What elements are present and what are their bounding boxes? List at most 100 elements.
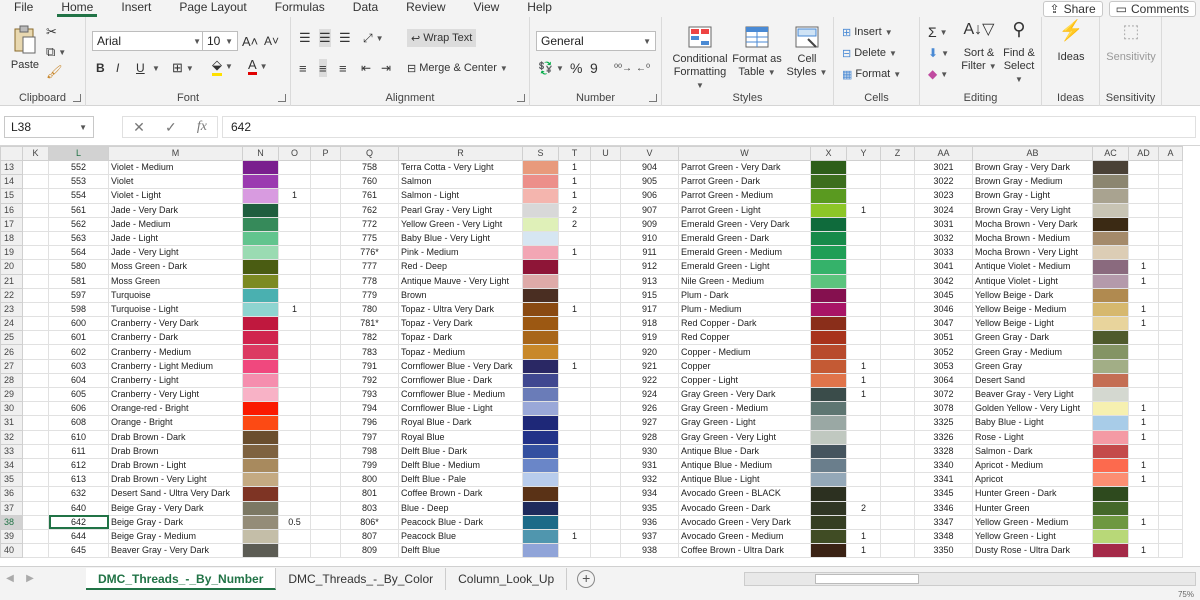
column-header-ab[interactable]: AB — [972, 146, 1093, 161]
cell-o[interactable] — [278, 344, 311, 360]
cell-aa[interactable]: 3046 — [914, 301, 973, 318]
color-swatch-s[interactable] — [522, 472, 559, 488]
cell-ae[interactable] — [1158, 230, 1183, 247]
cell-m[interactable]: Orange - Bright — [108, 415, 243, 431]
cell-ad[interactable]: 1 — [1128, 273, 1159, 289]
cell-ad[interactable] — [1128, 216, 1159, 232]
cell-p[interactable] — [310, 259, 341, 275]
cell-u[interactable] — [590, 443, 621, 459]
cell-r[interactable]: Cornflower Blue - Light — [398, 401, 523, 417]
color-swatch-x[interactable] — [810, 472, 847, 488]
cell-l[interactable]: 632 — [48, 486, 109, 502]
cell-ad[interactable] — [1128, 386, 1159, 403]
check-icon[interactable]: ✓ — [165, 119, 177, 136]
cell-v[interactable]: 907 — [620, 202, 679, 218]
cell-t[interactable] — [558, 415, 591, 431]
cell-w[interactable]: Plum - Medium — [678, 301, 811, 318]
cell-w[interactable]: Antique Blue - Dark — [678, 443, 811, 459]
cell-ab[interactable]: Yellow Green - Medium — [972, 514, 1093, 530]
cell-ae[interactable] — [1158, 344, 1183, 360]
cell-v[interactable]: 934 — [620, 486, 679, 502]
color-swatch-s[interactable] — [522, 514, 559, 530]
cell-ae[interactable] — [1158, 358, 1183, 374]
color-swatch-n[interactable] — [242, 443, 279, 459]
cell-p[interactable] — [310, 443, 341, 459]
cell-v[interactable]: 926 — [620, 401, 679, 417]
name-box[interactable]: L38 ▼ — [4, 116, 94, 138]
row-header[interactable]: 32 — [0, 429, 23, 445]
cell-ab[interactable]: Dusty Rose - Ultra Dark — [972, 543, 1093, 559]
cell-aa[interactable]: 3053 — [914, 358, 973, 374]
cell-r[interactable]: Topaz - Very Dark — [398, 316, 523, 332]
cell-z[interactable] — [880, 543, 915, 559]
cell-z[interactable] — [880, 202, 915, 218]
menu-insert[interactable]: Insert — [107, 0, 165, 17]
cell-ae[interactable] — [1158, 188, 1183, 204]
column-header-y[interactable]: Y — [846, 146, 881, 161]
cell-z[interactable] — [880, 245, 915, 261]
row-header[interactable]: 19 — [0, 245, 23, 261]
cell-p[interactable] — [310, 514, 341, 530]
color-swatch-n[interactable] — [242, 457, 279, 474]
number-format-select[interactable]: General ▼ — [536, 31, 656, 51]
cell-w[interactable]: Plum - Dark — [678, 287, 811, 303]
row-header[interactable]: 22 — [0, 287, 23, 303]
cell-ad[interactable] — [1128, 202, 1159, 218]
cell-q[interactable]: 758 — [340, 159, 399, 176]
fill-color-button[interactable]: ⬙ ▼ — [212, 57, 233, 76]
cell-y[interactable] — [846, 174, 881, 190]
row-header[interactable]: 38 — [0, 514, 23, 530]
cell-v[interactable]: 913 — [620, 273, 679, 289]
cell-q[interactable]: 777 — [340, 259, 399, 275]
color-swatch-ac[interactable] — [1092, 273, 1129, 289]
color-swatch-ac[interactable] — [1092, 457, 1129, 474]
cell-z[interactable] — [880, 216, 915, 232]
color-swatch-n[interactable] — [242, 358, 279, 374]
cell-ad[interactable] — [1128, 358, 1159, 374]
cell-r[interactable]: Pink - Medium — [398, 245, 523, 261]
color-swatch-x[interactable] — [810, 514, 847, 530]
font-name-select[interactable]: Arial ▼ — [92, 31, 206, 51]
cell-y[interactable]: 1 — [846, 386, 881, 403]
cell-o[interactable] — [278, 174, 311, 190]
cell-u[interactable] — [590, 245, 621, 261]
color-swatch-ac[interactable] — [1092, 443, 1129, 459]
cell-u[interactable] — [590, 358, 621, 374]
cell-ae[interactable] — [1158, 401, 1183, 417]
column-header-s[interactable]: S — [522, 146, 559, 161]
cell-l[interactable]: 564 — [48, 245, 109, 261]
color-swatch-x[interactable] — [810, 429, 847, 445]
cell-p[interactable] — [310, 543, 341, 559]
format-painter-button[interactable]: 🖌 — [46, 63, 63, 81]
cell-aa[interactable]: 3032 — [914, 230, 973, 247]
cell-o[interactable] — [278, 159, 311, 176]
row-header[interactable]: 36 — [0, 486, 23, 502]
cell-v[interactable]: 917 — [620, 301, 679, 318]
cell-y[interactable] — [846, 259, 881, 275]
cell-q[interactable]: 797 — [340, 429, 399, 445]
row-header[interactable]: 30 — [0, 401, 23, 417]
cell-q[interactable]: 778 — [340, 273, 399, 289]
row-header[interactable]: 15 — [0, 188, 23, 204]
cell-ae[interactable] — [1158, 202, 1183, 218]
cell-ae[interactable] — [1158, 273, 1183, 289]
cell-aa[interactable]: 3064 — [914, 372, 973, 389]
cell-o[interactable] — [278, 216, 311, 232]
cell-z[interactable] — [880, 174, 915, 190]
cell-ad[interactable] — [1128, 287, 1159, 303]
row-header[interactable]: 40 — [0, 543, 23, 559]
cell-m[interactable]: Jade - Medium — [108, 216, 243, 232]
horizontal-scrollbar[interactable] — [744, 572, 1196, 586]
cell-t[interactable] — [558, 259, 591, 275]
cell-k[interactable] — [22, 401, 49, 417]
color-swatch-n[interactable] — [242, 429, 279, 445]
cell-k[interactable] — [22, 514, 49, 530]
italic-button[interactable]: I — [116, 59, 119, 77]
cell-q[interactable]: 791 — [340, 358, 399, 374]
cell-k[interactable] — [22, 500, 49, 516]
cell-r[interactable]: Red - Deep — [398, 259, 523, 275]
cell-t[interactable]: 1 — [558, 245, 591, 261]
shrink-font-button[interactable]: A˅ — [264, 32, 279, 50]
cell-u[interactable] — [590, 457, 621, 474]
row-header[interactable]: 16 — [0, 202, 23, 218]
